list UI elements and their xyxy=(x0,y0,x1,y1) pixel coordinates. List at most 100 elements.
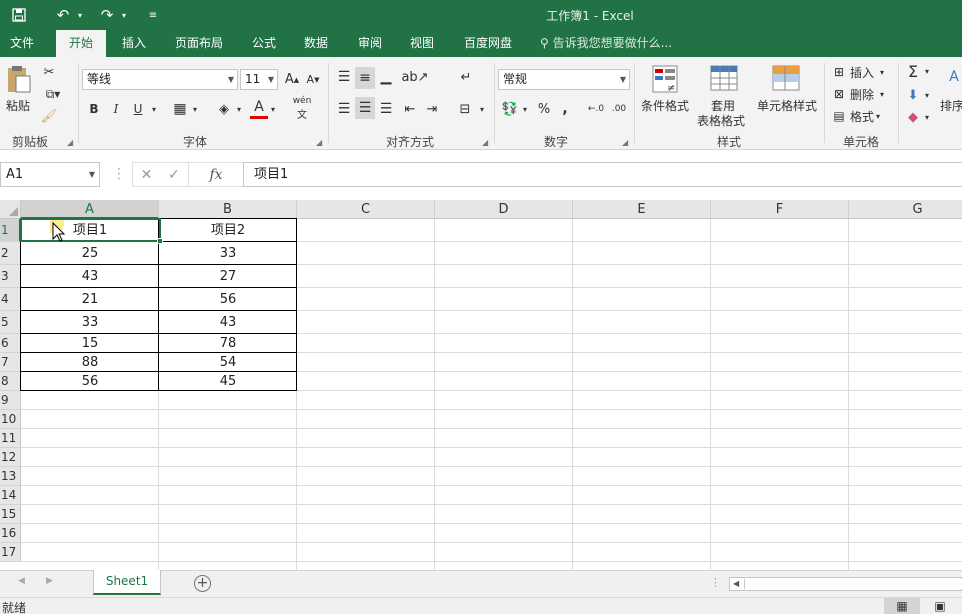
tell-me-box[interactable]: ⚲ 告诉我您想要做什么... xyxy=(540,30,672,57)
table-cell[interactable]: 25 xyxy=(21,242,159,265)
shrink-font-button[interactable]: A ▼ xyxy=(304,69,322,90)
format-painter-icon[interactable]: 🖌 xyxy=(40,107,58,125)
scrollbar-thumb[interactable] xyxy=(744,579,962,589)
row-header-12[interactable]: 12 xyxy=(0,448,21,467)
column-header-d[interactable]: D xyxy=(435,200,573,219)
border-dropdown-icon[interactable]: ▾ xyxy=(190,99,200,119)
format-as-table-icon[interactable] xyxy=(708,63,740,95)
add-sheet-icon[interactable]: + xyxy=(194,575,211,592)
conditional-format-label[interactable]: 条件格式 xyxy=(638,97,692,114)
italic-button[interactable]: I xyxy=(107,99,125,119)
row-header-1[interactable]: 1 xyxy=(0,219,21,242)
underline-dropdown-icon[interactable]: ▾ xyxy=(149,99,159,119)
merge-dropdown-icon[interactable]: ▾ xyxy=(477,99,487,119)
normal-view-icon[interactable]: ▦ xyxy=(884,598,920,614)
fill-handle[interactable] xyxy=(157,238,163,244)
tab-data[interactable]: 数据 xyxy=(294,30,338,57)
merge-center-icon[interactable]: ⊟ xyxy=(455,99,475,119)
table-cell[interactable]: 45 xyxy=(159,372,297,391)
tab-file[interactable]: 文件 xyxy=(0,30,44,57)
accounting-format-icon[interactable]: 💱 xyxy=(500,99,520,119)
row-header-8[interactable]: 8 xyxy=(0,372,21,391)
row-header-6[interactable]: 6 xyxy=(0,334,21,353)
grow-font-button[interactable]: A ▲ xyxy=(283,69,301,90)
row-header-17[interactable]: 17 xyxy=(0,543,21,562)
page-layout-view-icon[interactable]: ▣ xyxy=(930,598,950,614)
table-cell[interactable]: 54 xyxy=(159,353,297,372)
increase-indent-icon[interactable]: ⇥ xyxy=(423,99,441,119)
tab-split-handle-icon[interactable]: ⋮ xyxy=(710,576,721,589)
number-launcher-icon[interactable]: ◢ xyxy=(622,138,628,147)
align-bottom-icon[interactable]: ▁ xyxy=(377,67,395,87)
delete-cells-button[interactable]: 删除 ▾ xyxy=(850,85,892,103)
row-header-14[interactable]: 14 xyxy=(0,486,21,505)
insert-cells-button[interactable]: 插入 ▾ xyxy=(850,63,892,81)
row-header-2[interactable]: 2 xyxy=(0,242,21,265)
paste-label[interactable]: 粘贴 xyxy=(3,97,33,114)
alignment-launcher-icon[interactable]: ◢ xyxy=(482,138,488,147)
autosum-dropdown-icon[interactable]: ▾ xyxy=(922,61,932,81)
tab-page-layout[interactable]: 页面布局 xyxy=(166,30,232,57)
align-center-icon[interactable]: ☰ xyxy=(355,97,375,119)
percent-button[interactable]: % xyxy=(535,99,553,119)
row-header-15[interactable]: 15 xyxy=(0,505,21,524)
tab-insert[interactable]: 插入 xyxy=(112,30,156,57)
copy-icon[interactable]: ⧉▾ xyxy=(40,85,66,103)
number-format-select[interactable]: 常规 ▼ xyxy=(498,69,630,90)
row-header-3[interactable]: 3 xyxy=(0,265,21,288)
horizontal-scrollbar[interactable]: ◀ xyxy=(729,577,962,591)
cut-icon[interactable]: ✂ xyxy=(40,63,58,81)
bold-button[interactable]: B xyxy=(85,99,103,119)
align-right-icon[interactable]: ☰ xyxy=(377,99,395,119)
font-color-dropdown-icon[interactable]: ▾ xyxy=(268,99,278,119)
select-all-corner[interactable] xyxy=(0,200,21,219)
next-sheet-icon[interactable]: ▶ xyxy=(46,576,53,586)
increase-decimal-icon[interactable]: ←.0 xyxy=(585,99,607,119)
worksheet-grid[interactable]: ABCDEFG 1 2 3 4 5 6 7 8 9 10 11 12 13 14 15 16 17 项目1 项目2… xyxy=(0,200,962,570)
table-cell[interactable]: 56 xyxy=(159,288,297,311)
wrap-text-icon[interactable]: ↵ xyxy=(455,67,477,87)
autosum-button[interactable]: Σ xyxy=(904,61,922,81)
align-left-icon[interactable]: ☰ xyxy=(335,99,353,119)
font-launcher-icon[interactable]: ◢ xyxy=(316,138,322,147)
row-header-4[interactable]: 4 xyxy=(0,288,21,311)
orientation-icon[interactable]: ab↗ xyxy=(401,67,428,87)
fill-dropdown-icon[interactable]: ▾ xyxy=(922,85,932,105)
table-cell[interactable]: 88 xyxy=(21,353,159,372)
column-header-f[interactable]: F xyxy=(711,200,849,219)
underline-button[interactable]: U xyxy=(129,99,147,119)
sort-filter-icon[interactable]: A xyxy=(946,63,962,91)
cell-styles-icon[interactable] xyxy=(770,63,802,95)
table-cell[interactable]: 21 xyxy=(21,288,159,311)
delete-cells-icon[interactable]: ⊠ xyxy=(830,85,848,103)
row-header-7[interactable]: 7 xyxy=(0,353,21,372)
formula-input[interactable]: 项目1 xyxy=(243,162,962,187)
table-header-cell[interactable]: 项目2 xyxy=(159,219,297,242)
scroll-left-icon[interactable]: ◀ xyxy=(733,579,739,588)
tab-baidu-netdisk[interactable]: 百度网盘 xyxy=(454,30,522,57)
column-header-a[interactable]: A xyxy=(21,200,159,219)
decrease-indent-icon[interactable]: ⇤ xyxy=(401,99,419,119)
clear-dropdown-icon[interactable]: ▾ xyxy=(922,107,932,127)
accounting-dropdown-icon[interactable]: ▾ xyxy=(520,99,530,119)
enter-icon[interactable]: ✓ xyxy=(160,162,188,187)
name-box[interactable]: A1 ▼ xyxy=(0,162,100,187)
format-cells-icon[interactable]: ▤ xyxy=(830,107,848,125)
row-header-9[interactable]: 9 xyxy=(0,391,21,410)
row-header-16[interactable]: 16 xyxy=(0,524,21,543)
align-top-icon[interactable]: ☰ xyxy=(335,67,353,87)
row-header-5[interactable]: 5 xyxy=(0,311,21,334)
table-cell[interactable]: 43 xyxy=(21,265,159,288)
cancel-icon[interactable]: ✕ xyxy=(132,162,160,187)
align-middle-icon[interactable]: ≡ xyxy=(355,67,375,89)
font-name-select[interactable]: 等线 ▼ xyxy=(82,69,238,90)
phonetic-guide-button[interactable]: wén 文 xyxy=(290,96,314,121)
column-header-e[interactable]: E xyxy=(573,200,711,219)
table-cell[interactable]: 27 xyxy=(159,265,297,288)
insert-function-icon[interactable]: fx xyxy=(188,162,243,187)
tab-home[interactable]: 开始 xyxy=(56,30,106,57)
font-color-button[interactable]: A xyxy=(250,97,268,119)
row-header-13[interactable]: 13 xyxy=(0,467,21,486)
font-size-select[interactable]: 11 ▼ xyxy=(240,69,278,90)
insert-cells-icon[interactable]: ⊞ xyxy=(830,63,848,81)
